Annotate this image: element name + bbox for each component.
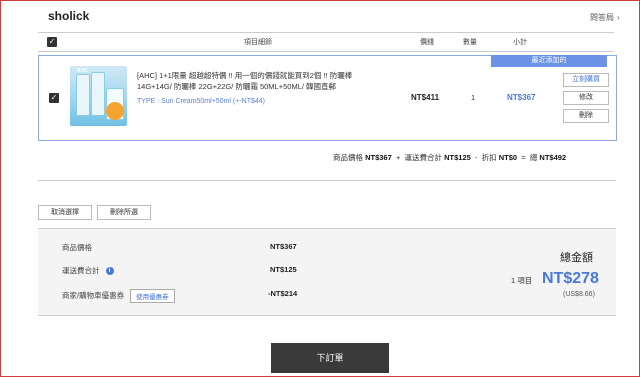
totals-minus: - — [474, 153, 478, 162]
summary-goods-label: 商品價格 — [62, 243, 92, 252]
product-thumbnail[interactable]: AHC — [70, 66, 127, 126]
product-price: NT$411 — [411, 93, 440, 102]
grand-total-usd: (US$8.66) — [563, 291, 595, 298]
product-name[interactable]: [AHC] 1+1限量 超越超特價 !! 用一個的價錢就能買到2個 !! 防曬棒… — [137, 70, 387, 92]
header-qty: 數量 — [463, 39, 477, 46]
qa-link[interactable]: 問答局 › — [590, 12, 620, 23]
divider — [38, 180, 616, 181]
totals-equals: = — [521, 153, 526, 162]
store-name[interactable]: sholick — [48, 9, 89, 23]
cancel-select-button[interactable]: 取消選擇 — [38, 205, 92, 220]
totals-shipping-value: NT$125 — [444, 153, 471, 162]
select-all-checkbox[interactable]: ✓ — [47, 37, 57, 47]
summary-goods-value: NT$367 — [270, 242, 297, 251]
items-count: 1 項目 — [511, 276, 533, 285]
totals-goods-label: 商品價格 — [333, 153, 363, 162]
totals-discount-value: NT$0 — [498, 153, 518, 162]
summary-coupon-value: -NT$214 — [268, 289, 298, 298]
totals-total-label: 總 — [529, 153, 538, 162]
totals-total-value: NT$492 — [539, 153, 567, 162]
totals-discount-label: 折扣 — [481, 153, 497, 162]
qa-label[interactable]: 問答局 — [590, 13, 614, 22]
totals-line: 商品價格 NT$367 + 運送費合計 NT$125 - 折扣 NT$0 = 總… — [333, 152, 566, 163]
summary-shipping-value: NT$125 — [270, 265, 297, 274]
cart-table-header: ✓ 項目細節 價錢 數量 小計 — [38, 32, 614, 52]
summary-coupon-row: 商家/購物車優惠券 使用優惠券 — [62, 289, 175, 303]
edit-button[interactable]: 修改 — [563, 91, 609, 105]
header-item: 項目細節 — [244, 39, 272, 46]
grand-total-value: NT$278 — [542, 270, 599, 287]
product-type: TYPE : Sun Cream50ml+50ml (+-NT$44) — [137, 98, 265, 105]
product-subtotal: NT$367 — [507, 93, 536, 102]
chevron-right-icon: › — [617, 13, 620, 22]
recent-badge: 最近添加的 — [491, 55, 607, 67]
grand-total-label: 總金額 — [560, 252, 593, 264]
place-order-button[interactable]: 下訂單 — [271, 343, 389, 373]
info-icon[interactable]: i — [105, 267, 114, 276]
buy-now-button[interactable]: 立刻購買 — [563, 73, 609, 87]
summary-shipping-row: 運送費合計 i — [62, 265, 114, 276]
delete-button[interactable]: 刪除 — [563, 109, 609, 123]
row-checkbox[interactable]: ✓ — [49, 93, 59, 103]
use-coupon-button[interactable]: 使用優惠券 — [130, 289, 175, 303]
summary-shipping-label: 運送費合計 — [62, 266, 100, 275]
product-qty: 1 — [471, 93, 476, 102]
totals-goods-value: NT$367 — [365, 153, 392, 162]
header-subtotal: 小計 — [513, 39, 527, 46]
delete-selected-button[interactable]: 刪除所選 — [97, 205, 151, 220]
totals-plus: + — [395, 153, 401, 162]
header-price: 價錢 — [420, 39, 434, 46]
totals-shipping-label: 運送費合計 — [404, 153, 443, 162]
summary-coupon-label: 商家/購物車優惠券 — [62, 290, 125, 300]
